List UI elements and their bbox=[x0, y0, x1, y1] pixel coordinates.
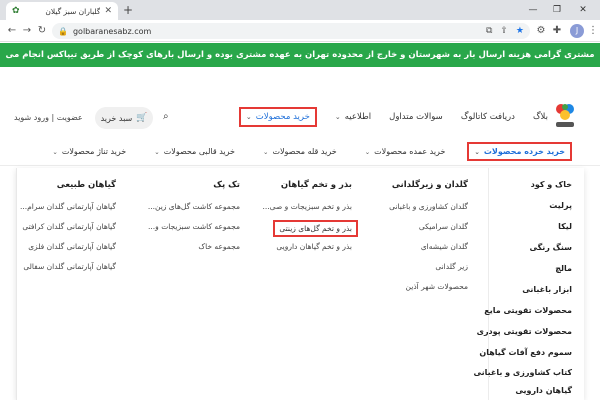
nav-faq[interactable]: سوالات متداول bbox=[389, 112, 443, 122]
lock-icon: 🔒 bbox=[58, 26, 68, 36]
announcement-bar: مشتری گرامی هزینه ارسال بار به شهرستان و… bbox=[0, 43, 600, 84]
subnav-mold[interactable]: خرید قالبی محصولات ⌄ bbox=[154, 147, 235, 156]
extension-icon[interactable]: ⚙ bbox=[534, 23, 548, 39]
column-item[interactable]: بذر و تخم سبزیجات و صی... bbox=[263, 202, 352, 211]
category-item[interactable]: کتاب کشاورزی و باغبانی bbox=[474, 368, 572, 377]
chevron-down-icon: ⌄ bbox=[52, 147, 58, 156]
reload-icon[interactable]: ↻ bbox=[34, 23, 50, 39]
column-item[interactable]: بذر و تخم گیاهان دارویی bbox=[276, 242, 352, 251]
cart-button[interactable]: 🛒 سبد خرید bbox=[95, 107, 153, 129]
login-register-link[interactable]: عضویت | ورود شوید bbox=[14, 113, 83, 122]
column-title[interactable]: تک پک bbox=[213, 180, 240, 190]
chevron-down-icon: ⌄ bbox=[474, 147, 480, 156]
column-item[interactable]: گیاهان آپارتمانی گلدان فلزی bbox=[28, 242, 116, 251]
nav-announcements[interactable]: اطلاعیه ⌄ bbox=[335, 112, 371, 122]
category-item[interactable]: محصولات تقویتی پودری bbox=[477, 327, 572, 336]
back-icon[interactable]: ← bbox=[4, 23, 20, 39]
close-tab-icon[interactable]: ✕ bbox=[104, 6, 112, 16]
main-nav: خرید محصولات ⌄ اطلاعیه ⌄ سوالات متداول د… bbox=[221, 107, 548, 127]
new-tab-button[interactable]: + bbox=[121, 3, 135, 17]
column-item[interactable]: گلدان سرامیکی bbox=[419, 222, 468, 231]
category-item[interactable]: مالچ bbox=[555, 264, 572, 273]
column-item-highlighted[interactable]: بذر و تخم گل‌های زینتی bbox=[273, 220, 358, 237]
column-title[interactable]: گلدان و زیرگلدانی bbox=[392, 180, 468, 190]
column-item[interactable]: مجموعه خاک bbox=[198, 242, 240, 251]
column-item[interactable]: گیاهان آپارتمانی گلدان کرافتی bbox=[22, 222, 116, 231]
column-item[interactable]: گیاهان آپارتمانی گلدان سفالی bbox=[23, 262, 116, 271]
basket-icon: 🛒 bbox=[136, 113, 148, 123]
category-item[interactable]: پرلیت bbox=[549, 201, 572, 210]
category-item[interactable]: محصولات تقویتی مایع bbox=[484, 306, 572, 315]
column-title[interactable]: گیاهان طبیعی bbox=[57, 180, 116, 190]
menu-dots-icon[interactable]: ⋮ bbox=[586, 23, 600, 39]
category-item[interactable]: خاک و کود bbox=[531, 180, 572, 189]
category-item[interactable]: ابزار باغبانی bbox=[522, 285, 572, 294]
column-item[interactable]: محصولات شهر آذین bbox=[406, 282, 468, 291]
minimize-icon[interactable]: — bbox=[524, 2, 542, 18]
nav-shop-products[interactable]: خرید محصولات ⌄ bbox=[238, 107, 317, 127]
browser-tabstrip: ✿ گلباران سبز گیلان ✕ + — ❐ ✕ bbox=[0, 0, 600, 20]
subnav-retail[interactable]: خرید خرده محصولات ⌄ bbox=[467, 142, 572, 161]
chevron-down-icon: ⌄ bbox=[364, 147, 371, 156]
category-item[interactable]: گیاهان دارویی bbox=[515, 386, 572, 395]
extensions-puzzle-icon[interactable]: ✚ bbox=[550, 23, 564, 39]
subnav-bulk[interactable]: خرید قله محصولات ⌄ bbox=[263, 147, 337, 156]
bookmark-star-icon[interactable]: ★ bbox=[516, 26, 524, 36]
browser-toolbar: ← → ↻ 🔒 golbaranesabz.com ⧉ ⇪ ★ ⚙ ✚ ⋮ bbox=[0, 20, 600, 42]
site-logo[interactable] bbox=[552, 100, 578, 130]
subnav-tonnage[interactable]: خرید تناژ محصولات ⌄ bbox=[52, 147, 126, 156]
sub-nav-list: خرید خرده محصولات ⌄ خرید عمده محصولات ⌄ … bbox=[24, 142, 572, 161]
category-list: خاک و کود پرلیت لیکا سنگ رنگی مالچ ابزار… bbox=[474, 168, 584, 400]
subnav-wholesale[interactable]: خرید عمده محصولات ⌄ bbox=[365, 147, 446, 156]
profile-avatar[interactable]: J bbox=[570, 24, 584, 38]
column-item[interactable]: گیاهان آپارتمانی گلدان سرام... bbox=[20, 202, 116, 211]
sub-nav: خرید خرده محصولات ⌄ خرید عمده محصولات ⌄ … bbox=[0, 140, 600, 166]
chevron-down-icon: ⌄ bbox=[245, 113, 252, 121]
open-in-app-icon[interactable]: ⧉ bbox=[486, 26, 492, 36]
column-item[interactable]: گلدان شیشه‌ای bbox=[421, 242, 468, 251]
site-favicon-icon: ✿ bbox=[12, 6, 20, 16]
url-text: golbaranesabz.com bbox=[72, 26, 152, 36]
category-item[interactable]: لیکا bbox=[558, 222, 572, 231]
nav-catalog[interactable]: دریافت کاتالوگ bbox=[461, 112, 515, 122]
chevron-down-icon: ⌄ bbox=[154, 147, 160, 156]
share-icon[interactable]: ⇪ bbox=[500, 26, 508, 36]
category-item[interactable]: سموم دفع آفات گیاهان bbox=[479, 348, 572, 357]
column-item[interactable]: مجموعه کاشت سبزیجات و... bbox=[148, 222, 240, 231]
chevron-down-icon: ⌄ bbox=[262, 147, 269, 156]
column-item[interactable]: مجموعه کاشت گل‌های زین... bbox=[148, 202, 240, 211]
close-window-icon[interactable]: ✕ bbox=[574, 2, 592, 18]
maximize-icon[interactable]: ❐ bbox=[548, 2, 566, 18]
browser-tab[interactable]: ✿ گلباران سبز گیلان ✕ bbox=[6, 2, 118, 20]
column-title[interactable]: بذر و تخم گیاهان bbox=[281, 180, 352, 190]
forward-icon[interactable]: → bbox=[19, 23, 35, 39]
address-bar[interactable]: 🔒 golbaranesabz.com ⧉ ⇪ ★ bbox=[52, 23, 530, 39]
site-header: خرید محصولات ⌄ اطلاعیه ⌄ سوالات متداول د… bbox=[0, 100, 600, 136]
mega-menu: خاک و کود پرلیت لیکا سنگ رنگی مالچ ابزار… bbox=[16, 168, 584, 400]
chevron-down-icon: ⌄ bbox=[334, 113, 341, 121]
nav-blog[interactable]: بلاگ bbox=[533, 112, 548, 122]
tab-title: گلباران سبز گیلان bbox=[45, 6, 101, 16]
search-icon[interactable]: ⌕ bbox=[163, 111, 169, 122]
column-item[interactable]: زیر گلدانی bbox=[435, 262, 468, 271]
category-item[interactable]: سنگ رنگی bbox=[530, 243, 572, 252]
column-item[interactable]: گلدان کشاورزی و باغبانی bbox=[389, 202, 468, 211]
